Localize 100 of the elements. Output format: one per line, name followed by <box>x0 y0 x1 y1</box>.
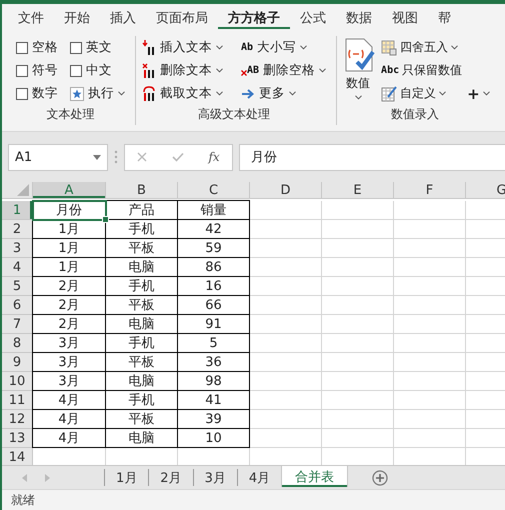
table-cell: 1月 <box>33 239 106 258</box>
table-cell: 59 <box>178 239 250 258</box>
checkbox[interactable] <box>70 64 82 76</box>
column-header[interactable]: F <box>394 182 466 199</box>
sheet-tab[interactable]: 2月 <box>148 469 193 486</box>
checkbox[interactable] <box>16 88 28 100</box>
dropdown-button[interactable]: AB 删除空格 <box>239 60 328 81</box>
checkbox[interactable] <box>16 42 28 54</box>
row-header[interactable]: 2 <box>2 220 33 239</box>
empty-cell <box>394 353 466 372</box>
ribbon-tab[interactable]: 数据 <box>336 4 382 32</box>
empty-cell <box>250 220 322 239</box>
row-header[interactable]: 1 <box>2 201 33 220</box>
row-header[interactable]: 12 <box>2 410 33 429</box>
dropdown-button[interactable]: 删除文本 <box>140 60 225 81</box>
dropdown-button[interactable]: 截取文本 <box>140 83 225 104</box>
empty-cell <box>322 220 394 239</box>
row-header[interactable]: 8 <box>2 334 33 353</box>
table-cell: 月份 <box>33 201 106 220</box>
row-header[interactable]: 7 <box>2 315 33 334</box>
checkbox-option[interactable]: 符号 <box>14 60 60 81</box>
empty-cell <box>394 391 466 410</box>
sheet-tab[interactable]: 1月 <box>104 469 148 486</box>
group-title: 文本处理 <box>46 106 96 123</box>
empty-cell <box>394 239 466 258</box>
text-icon: Ab <box>241 42 254 53</box>
empty-cell <box>322 334 394 353</box>
empty-cell <box>250 410 322 429</box>
empty-cell <box>322 410 394 429</box>
row-header[interactable]: 6 <box>2 296 33 315</box>
table-cell: 4月 <box>33 429 106 448</box>
caret-icon <box>300 45 308 50</box>
fill-handle[interactable] <box>102 216 109 223</box>
column-header[interactable]: A <box>33 182 106 199</box>
row-header[interactable]: 13 <box>2 429 33 448</box>
ribbon-tab[interactable]: 页面布局 <box>146 4 218 32</box>
caret-icon <box>482 91 490 96</box>
caret-icon <box>439 91 446 96</box>
row-header[interactable]: 10 <box>2 372 33 391</box>
add-sheet-icon[interactable] <box>372 470 388 486</box>
empty-cell <box>322 372 394 391</box>
empty-cell <box>250 296 322 315</box>
table-cell: 98 <box>178 372 250 391</box>
ribbon-tab[interactable]: 公式 <box>290 4 336 32</box>
ribbon-tab[interactable]: 开始 <box>54 4 100 32</box>
ribbon-tab[interactable]: 视图 <box>382 4 428 32</box>
empty-cell <box>250 277 322 296</box>
dropdown-button[interactable]: 插入文本 <box>140 37 225 58</box>
ribbon-tab[interactable]: 插入 <box>100 4 146 32</box>
dropdown-button[interactable]: + <box>466 83 491 104</box>
table-cell: 手机 <box>106 277 178 296</box>
ribbon-tab[interactable]: 方方格子 <box>218 4 290 32</box>
check-icon[interactable] <box>172 152 184 162</box>
dropdown-button[interactable]: 更多 <box>239 83 328 104</box>
checkbox-label: 英文 <box>86 39 112 56</box>
caret-icon <box>118 91 125 96</box>
row-header[interactable]: 9 <box>2 353 33 372</box>
empty-cell <box>394 315 466 334</box>
caret-icon <box>216 45 223 50</box>
table-cell: 91 <box>178 315 250 334</box>
checkbox-option[interactable]: 空格 <box>14 37 60 58</box>
sheet-tab[interactable]: 合并表 <box>281 466 348 487</box>
table-cell: 产品 <box>106 201 178 220</box>
ribbon-button[interactable]: Abc 只保留数值 <box>380 60 464 81</box>
checkbox[interactable] <box>70 42 82 54</box>
dropdown-button[interactable]: Ab 大小写 <box>239 37 328 58</box>
row-header[interactable]: 14 <box>2 448 33 465</box>
dropdown-button[interactable]: 四舍五入 <box>380 37 464 58</box>
row-header[interactable]: 4 <box>2 258 33 277</box>
name-box[interactable]: A1 <box>8 144 108 170</box>
ribbon-tab[interactable]: 文件 <box>8 4 54 32</box>
column-header[interactable]: D <box>250 182 322 199</box>
row-header[interactable]: 5 <box>2 277 33 296</box>
ribbon-tab[interactable]: 帮 <box>428 4 461 32</box>
group-title: 高级文本处理 <box>197 106 272 123</box>
column-header[interactable]: B <box>106 182 178 199</box>
checkbox-option[interactable]: 英文 <box>68 37 127 58</box>
column-header[interactable]: C <box>178 182 250 199</box>
table-cell: 4月 <box>33 391 106 410</box>
dropdown-button[interactable]: 数值 <box>339 38 378 104</box>
row-header[interactable]: 3 <box>2 239 33 258</box>
column-header[interactable]: E <box>322 182 394 199</box>
sheet-tab[interactable]: 3月 <box>192 469 237 486</box>
dropdown-button[interactable]: 自定义 <box>380 83 464 104</box>
formula-input[interactable]: 月份 <box>239 144 505 170</box>
arrow-icon <box>241 88 255 100</box>
checkbox-option[interactable]: 数字 <box>14 83 60 104</box>
empty-cell <box>394 334 466 353</box>
row-header[interactable]: 11 <box>2 391 33 410</box>
checkbox-option[interactable]: 中文 <box>68 60 127 81</box>
empty-cell <box>250 315 322 334</box>
checkbox[interactable] <box>16 64 28 76</box>
empty-cell <box>250 334 322 353</box>
empty-cell <box>322 315 394 334</box>
empty-cell <box>250 429 322 448</box>
table-cell: 手机 <box>106 391 178 410</box>
insert-function-button[interactable]: fx <box>208 150 220 164</box>
checkbox-label: 数字 <box>32 85 58 102</box>
table-cell: 手机 <box>106 334 178 353</box>
dropdown-button[interactable]: 执行 <box>68 83 127 104</box>
